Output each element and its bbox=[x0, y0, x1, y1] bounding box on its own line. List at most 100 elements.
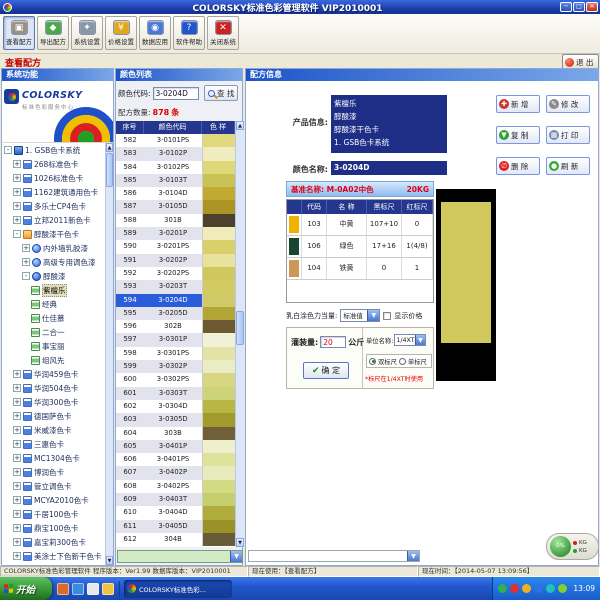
scroll-up-icon[interactable]: ▲ bbox=[236, 121, 244, 130]
tree-item[interactable]: +立邦2011新色卡 bbox=[2, 213, 107, 227]
tree-item[interactable]: 经典 bbox=[2, 297, 107, 311]
tree-item[interactable]: 事宝丽 bbox=[2, 339, 107, 353]
minimize-button[interactable]: ─ bbox=[560, 2, 572, 12]
color-row[interactable]: 5983-0301PS bbox=[116, 347, 235, 360]
expand-plus-icon[interactable]: + bbox=[22, 258, 30, 266]
list-bottom-dropdown[interactable]: ▼ bbox=[117, 550, 243, 563]
expand-plus-icon[interactable]: + bbox=[13, 160, 21, 168]
tree-item[interactable]: 组风先 bbox=[2, 353, 107, 367]
expand-plus-icon[interactable]: + bbox=[13, 468, 21, 476]
color-row[interactable]: 5873-0105D bbox=[116, 200, 235, 213]
color-row[interactable]: 6113-0405D bbox=[116, 520, 235, 533]
taskbar-task-button[interactable]: COLORSKY标准色彩... bbox=[124, 580, 232, 598]
color-row[interactable]: 6033-0305D bbox=[116, 413, 235, 426]
tree-scrollbar[interactable]: ▲ ▼ bbox=[105, 143, 113, 565]
expand-plus-icon[interactable]: + bbox=[13, 552, 21, 560]
color-row[interactable]: 5843-0102PS bbox=[116, 161, 235, 174]
color-row[interactable]: 604303B bbox=[116, 427, 235, 440]
scrollbar-thumb[interactable] bbox=[236, 311, 244, 345]
color-row[interactable]: 6013-0303T bbox=[116, 387, 235, 400]
删除-button[interactable]: ∅删 除 bbox=[496, 157, 540, 175]
toolbar-button-5[interactable]: ◉数据应用 bbox=[139, 16, 171, 50]
color-row[interactable]: 5953-0205D bbox=[116, 307, 235, 320]
expand-plus-icon[interactable]: + bbox=[13, 202, 21, 210]
expand-plus-icon[interactable]: + bbox=[13, 426, 21, 434]
show-price-checkbox[interactable] bbox=[383, 312, 391, 320]
chevron-down-icon[interactable]: ▼ bbox=[367, 310, 379, 321]
tray-icon-4[interactable] bbox=[534, 584, 543, 593]
tree-item[interactable]: +三惠色卡 bbox=[2, 437, 107, 451]
tree-item[interactable]: +268标准色卡 bbox=[2, 157, 107, 171]
tint-strength-dropdown[interactable]: 标准值 ▼ bbox=[340, 309, 380, 322]
expand-plus-icon[interactable]: + bbox=[13, 482, 21, 490]
tree-item[interactable]: +华润504色卡 bbox=[2, 381, 107, 395]
tray-icon-5[interactable] bbox=[546, 584, 555, 593]
color-row[interactable]: 588301B bbox=[116, 214, 235, 227]
formula-row[interactable]: 106绿色17+161(4/8) bbox=[287, 236, 433, 258]
tray-icon-2[interactable] bbox=[510, 584, 519, 593]
start-button[interactable]: 开始 bbox=[0, 577, 52, 600]
expand-plus-icon[interactable]: + bbox=[13, 188, 21, 196]
toolbar-button-6[interactable]: ?软件帮助 bbox=[173, 16, 205, 50]
toolbar-button-1[interactable]: ▣查看配方 bbox=[3, 16, 35, 50]
expand-plus-icon[interactable]: + bbox=[13, 454, 21, 462]
expand-plus-icon[interactable]: + bbox=[13, 370, 21, 378]
chevron-down-icon[interactable]: ▼ bbox=[407, 551, 419, 561]
tree-item[interactable]: +内外墙乳胶漆 bbox=[2, 241, 107, 255]
collapse-minus-icon[interactable]: - bbox=[13, 230, 21, 238]
formula-row[interactable]: 104铁黄01 bbox=[287, 258, 433, 280]
tree-item[interactable]: +美涂士下色新干色卡 bbox=[2, 549, 107, 563]
tree-item[interactable]: +1162建筑通用色卡 bbox=[2, 185, 107, 199]
tree-item[interactable]: +千居100色卡 bbox=[2, 507, 107, 521]
expand-plus-icon[interactable]: + bbox=[13, 510, 21, 518]
tree-item[interactable]: 二合一 bbox=[2, 325, 107, 339]
expand-plus-icon[interactable]: + bbox=[13, 398, 21, 406]
radio-button[interactable] bbox=[399, 358, 406, 365]
color-row[interactable]: 5913-0202P bbox=[116, 254, 235, 267]
fill-amount-input[interactable]: 20 bbox=[320, 336, 346, 348]
color-row[interactable]: 6053-0401P bbox=[116, 440, 235, 453]
打印-button[interactable]: ▦打 印 bbox=[546, 126, 590, 144]
color-row[interactable]: 6063-0401PS bbox=[116, 453, 235, 466]
scroll-down-icon[interactable]: ▼ bbox=[236, 538, 244, 547]
新增-button[interactable]: ✚新 增 bbox=[496, 95, 540, 113]
formula-bottom-dropdown[interactable]: ▼ bbox=[248, 550, 420, 562]
chevron-down-icon[interactable]: ▼ bbox=[415, 335, 426, 345]
color-row[interactable]: 5933-0203T bbox=[116, 280, 235, 293]
tree-item[interactable]: 仕佳慕 bbox=[2, 311, 107, 325]
tree-item[interactable]: +1026标准色卡 bbox=[2, 171, 107, 185]
tray-icon-3[interactable] bbox=[522, 584, 531, 593]
search-button[interactable]: 查 找 bbox=[204, 85, 238, 101]
expand-plus-icon[interactable]: + bbox=[13, 496, 21, 504]
tree-item[interactable]: -醇酸漆 bbox=[2, 269, 107, 283]
color-row[interactable]: 5833-0102P bbox=[116, 147, 235, 160]
color-code-input[interactable]: 3-0204D bbox=[153, 87, 199, 100]
tree-item[interactable]: +MC1304色卡 bbox=[2, 451, 107, 465]
quick-launch-icon-4[interactable] bbox=[102, 583, 114, 595]
color-row[interactable]: 5853-0103T bbox=[116, 174, 235, 187]
expand-plus-icon[interactable]: + bbox=[13, 384, 21, 392]
tree-item[interactable]: +米威漆色卡 bbox=[2, 423, 107, 437]
close-button[interactable]: ✕ bbox=[586, 2, 598, 12]
expand-plus-icon[interactable]: + bbox=[22, 244, 30, 252]
color-row[interactable]: 6073-0402P bbox=[116, 466, 235, 479]
expand-plus-icon[interactable]: + bbox=[13, 538, 21, 546]
tree-item[interactable]: +管立调色卡 bbox=[2, 479, 107, 493]
color-row[interactable]: 5923-0202PS bbox=[116, 267, 235, 280]
tree-item[interactable]: +华润300色卡 bbox=[2, 395, 107, 409]
复制-button[interactable]: ▼复 制 bbox=[496, 126, 540, 144]
tree-item[interactable]: +博润色卡 bbox=[2, 465, 107, 479]
color-row[interactable]: 5863-0104D bbox=[116, 187, 235, 200]
formula-row[interactable]: 103中黄107+100 bbox=[287, 214, 433, 236]
expand-plus-icon[interactable]: + bbox=[13, 216, 21, 224]
tree-item[interactable]: -醇酸漆干色卡 bbox=[2, 227, 107, 241]
tray-icon-1[interactable] bbox=[498, 584, 507, 593]
tree-item[interactable]: -1. GSB色卡系统 bbox=[2, 143, 107, 157]
tree-item[interactable]: +高级专用调色漆 bbox=[2, 255, 107, 269]
quick-launch-icon-1[interactable] bbox=[57, 583, 69, 595]
tree-item[interactable]: +嘉宝莉300色卡 bbox=[2, 535, 107, 549]
color-row[interactable]: 5823-0101PS bbox=[116, 134, 235, 147]
quick-launch-icon-2[interactable] bbox=[72, 583, 84, 595]
color-row[interactable]: 5973-0301P bbox=[116, 333, 235, 346]
color-list-scrollbar[interactable]: ▲ ▼ bbox=[235, 121, 244, 547]
